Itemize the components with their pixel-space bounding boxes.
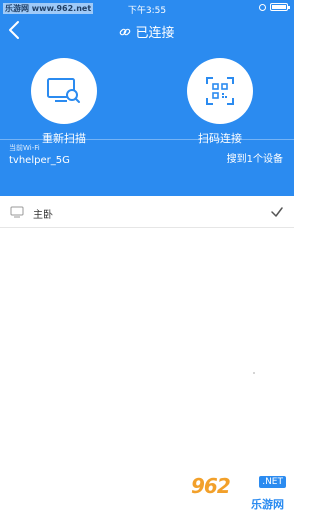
device-name: 主卧 xyxy=(33,210,53,221)
watermark-sub: 乐游网 xyxy=(251,498,284,511)
link-icon xyxy=(120,28,131,35)
device-count: 搜到1个设备 xyxy=(226,154,283,165)
wifi-name: tvhelper_5G xyxy=(9,155,70,166)
status-bar: 乐游网 www.962.net 下午3:55 xyxy=(0,0,294,18)
rescan-circle[interactable] xyxy=(31,58,97,124)
wifi-caption: 当前Wi-Fi xyxy=(9,144,40,152)
qr-connect-label: 扫码连接 xyxy=(198,132,242,145)
nav-bar: 已连接 xyxy=(0,18,294,44)
decorative-dot xyxy=(253,372,255,374)
page-title: 已连接 xyxy=(0,22,294,41)
battery-icon xyxy=(270,3,290,11)
tv-icon xyxy=(10,206,24,218)
watermark-logo: 962 xyxy=(191,474,231,498)
qr-scan-icon xyxy=(206,77,234,105)
qr-connect-button[interactable]: 扫码连接 xyxy=(185,58,255,146)
header-panel: 乐游网 www.962.net 下午3:55 已连接 重新扫描 扫码连接 当前W… xyxy=(0,0,294,196)
check-icon xyxy=(271,207,283,217)
divider xyxy=(0,139,294,140)
page-title-text: 已连接 xyxy=(135,26,175,41)
list-item[interactable]: 主卧 xyxy=(0,196,294,228)
site-logo-watermark: 962 .NET 乐游网 xyxy=(191,474,286,512)
alarm-icon xyxy=(259,3,266,11)
qr-connect-circle[interactable] xyxy=(187,58,253,124)
watermark-badge: .NET xyxy=(259,476,286,488)
tv-search-icon xyxy=(47,78,80,103)
status-time: 下午3:55 xyxy=(127,6,167,16)
rescan-button[interactable]: 重新扫描 xyxy=(29,58,99,146)
status-indicators xyxy=(259,3,290,11)
